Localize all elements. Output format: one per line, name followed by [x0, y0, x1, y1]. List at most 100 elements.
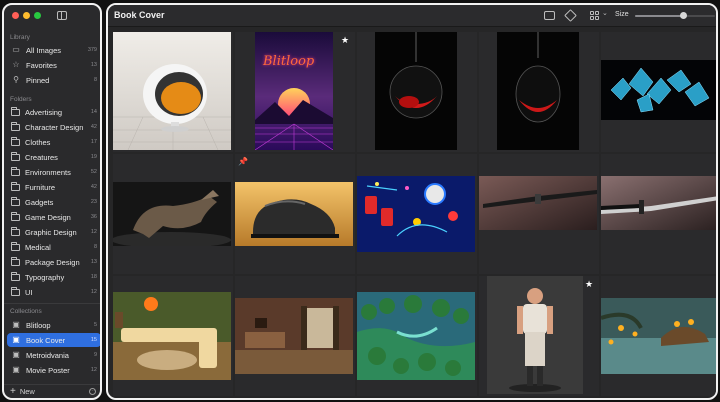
folders-section-title: Folders [10, 96, 32, 103]
image-card-katana-b[interactable] [601, 154, 716, 274]
sidebar-item-label: Gadgets [25, 197, 54, 207]
size-slider-thumb[interactable] [679, 12, 687, 19]
chevron-down-icon[interactable]: ⌄ [602, 9, 608, 17]
pin-icon: 📌 [238, 157, 248, 166]
plus-icon: + [10, 385, 16, 397]
size-slider[interactable] [635, 12, 715, 19]
sidebar-item-blitloop[interactable]: ▣ Blitloop 5 [7, 318, 100, 332]
sidebar-item-label: Typography [25, 272, 65, 282]
folder-icon [11, 226, 20, 236]
lantern-turtle-image [601, 298, 716, 374]
image-card-creature-sculpt[interactable] [113, 154, 233, 274]
sidebar-item-advertising[interactable]: Advertising 14 [7, 105, 100, 119]
collection-icon: ▣ [12, 335, 20, 344]
sidebar-item-label: Medical [25, 242, 51, 252]
boot-image [235, 182, 353, 246]
image-card-forest-diorama[interactable] [357, 276, 477, 396]
sidebar-item-environments[interactable]: Environments 52 [7, 165, 100, 179]
grid-view-icon[interactable] [590, 11, 600, 20]
red-glass-chair-image [497, 32, 579, 150]
sidebar-item-label: Metroidvania [26, 350, 69, 360]
image-card-lantern-turtle[interactable] [601, 276, 716, 396]
sidebar-item-label: Furniture [25, 182, 56, 192]
sidebar-item-typography[interactable]: Typography 18 [7, 270, 100, 284]
collection-icon: ▣ [12, 365, 20, 374]
sidebar-item-character-design[interactable]: Character Design 42 [7, 120, 100, 134]
image-card-katana-a[interactable] [479, 154, 599, 274]
sidebar-item-count: 23 [90, 199, 97, 205]
image-card-retro-living-room[interactable] [113, 276, 233, 396]
image-card-red-glass-chair-a[interactable] [357, 32, 477, 152]
sidebar-item-furniture[interactable]: Furniture 42 [7, 180, 100, 194]
star-icon: ★ [585, 279, 594, 289]
sidebar-item-gadgets[interactable]: Gadgets 23 [7, 195, 100, 209]
collection-icon: ▣ [12, 350, 20, 359]
sidebar-item-movie-poster[interactable]: ▣ Movie Poster 12 [7, 363, 100, 377]
collections-section-title: Collections [10, 308, 42, 315]
sidebar-divider [4, 303, 100, 304]
sidebar-item-all-images[interactable]: ▭ All Images 379 [7, 43, 100, 57]
sidebar-item-label: All Images [26, 45, 62, 55]
sidebar-item-label: Environments [25, 167, 71, 177]
sidebar-item-creatures[interactable]: Creatures 19 [7, 150, 100, 164]
sidebar-item-count: 42 [90, 124, 97, 130]
image-card-pinball-arcade[interactable] [357, 154, 477, 274]
sidebar-item-count: 12 [90, 289, 97, 295]
sidebar-item-count: 36 [90, 214, 97, 220]
sidebar-item-clothes[interactable]: Clothes 17 [7, 135, 100, 149]
sidebar-item-pinned[interactable]: ⚲ Pinned 8 [7, 73, 100, 87]
new-label: New [19, 387, 35, 396]
sidebar-item-game-design[interactable]: Game Design 36 [7, 210, 100, 224]
minimize-window-button[interactable] [23, 12, 30, 19]
poster-title: Blitloop [263, 54, 315, 69]
image-card-red-glass-chair-b[interactable] [479, 32, 599, 152]
sidebar-item-label: Blitloop [26, 320, 51, 330]
sidebar-item-package-design[interactable]: Package Design 13 [7, 255, 100, 269]
new-button[interactable]: + New [10, 385, 35, 397]
sidebar-item-label: Character Design [25, 122, 84, 132]
collection-icon: ▣ [12, 320, 20, 329]
all-images-icon: ▭ [12, 45, 20, 54]
sidebar-item-ui[interactable]: UI 12 [7, 285, 100, 299]
sidebar-item-label: Pinned [26, 75, 50, 85]
close-window-button[interactable] [12, 12, 19, 19]
sidebar: Library ▭ All Images 379 ☆ Favorites 13 … [2, 3, 102, 400]
sidebar-item-count: 15 [90, 337, 97, 343]
toolbar: Book Cover ⌄ Size [108, 5, 716, 27]
red-glass-chair-image [375, 32, 457, 150]
image-card-cozy-interior[interactable] [235, 276, 355, 396]
sidebar-item-count: 19 [90, 154, 97, 160]
sidebar-item-medical[interactable]: Medical 8 [7, 240, 100, 254]
sidebar-toggle-icon[interactable] [57, 11, 67, 20]
creature-sculpt-image [113, 182, 231, 246]
window-controls [12, 12, 41, 19]
sidebar-item-favorites[interactable]: ☆ Favorites 13 [7, 58, 100, 72]
sidebar-item-graphic-design[interactable]: Graphic Design 12 [7, 225, 100, 239]
folder-icon [11, 286, 20, 296]
image-card-egg-chair[interactable] [113, 32, 233, 152]
image-card-crystal-shards[interactable] [601, 32, 716, 152]
main-content: Book Cover ⌄ Size Blitloop ★ 📌 ★ [106, 3, 718, 400]
sidebar-item-count: 18 [90, 274, 97, 280]
more-options-icon[interactable]: ⋯ [89, 388, 96, 395]
image-card-boot[interactable]: 📌 [235, 154, 355, 274]
sidebar-item-metroidvania[interactable]: ▣ Metroidvania 9 [7, 348, 100, 362]
sidebar-item-count: 8 [93, 244, 97, 250]
retro-living-room-image [113, 292, 231, 380]
pinball-arcade-image [357, 176, 475, 252]
sidebar-item-label: Book Cover [26, 335, 66, 345]
zoom-window-button[interactable] [34, 12, 41, 19]
sidebar-item-book-cover[interactable]: ▣ Book Cover 15 [7, 333, 100, 347]
folder-icon [11, 106, 20, 116]
sidebar-item-count: 13 [90, 62, 97, 68]
image-card-blitloop-poster[interactable]: Blitloop ★ [235, 32, 355, 152]
folder-icon [11, 256, 20, 266]
gallery-icon[interactable] [544, 11, 555, 20]
standing-man-image [487, 276, 583, 394]
folder-icon [11, 271, 20, 281]
cube-icon[interactable] [564, 9, 577, 22]
star-icon: ☆ [12, 60, 20, 69]
image-card-standing-man[interactable]: ★ [479, 276, 599, 396]
sidebar-item-label: Movie Poster [26, 365, 70, 375]
sidebar-item-count: 14 [90, 109, 97, 115]
